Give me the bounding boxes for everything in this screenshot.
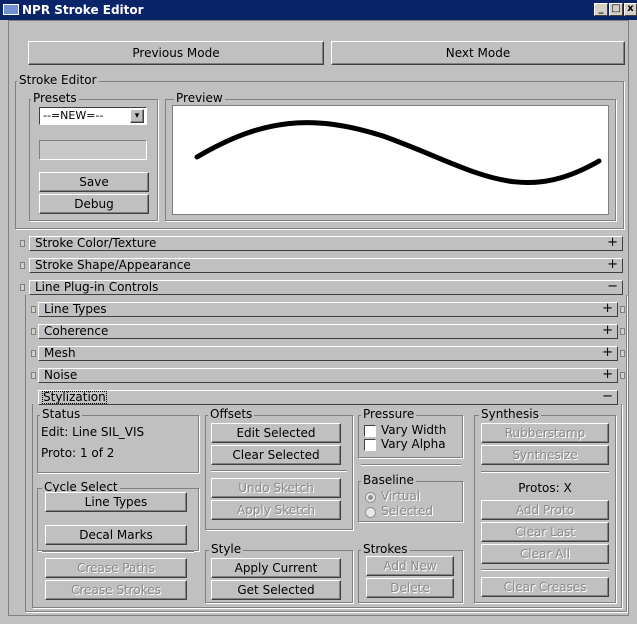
- minimize-button[interactable]: _: [594, 3, 608, 16]
- rollup-label: Stroke Color/Texture: [35, 236, 157, 250]
- stroke-preview-svg: [194, 120, 602, 185]
- window-title: NPR Stroke Editor: [22, 3, 144, 17]
- rubberstamp-button[interactable]: Rubberstamp: [481, 423, 609, 443]
- protos-count-text: Protos: X: [518, 481, 572, 495]
- add-proto-button[interactable]: Add Proto: [481, 500, 609, 520]
- rollup-label: Coherence: [44, 324, 109, 338]
- rollup-label: Stroke Shape/Appearance: [35, 258, 191, 272]
- edit-selected-button[interactable]: Edit Selected: [211, 423, 341, 443]
- rollup-stylization[interactable]: Stylization −: [38, 390, 618, 405]
- close-button[interactable]: x: [624, 3, 637, 16]
- preset-select[interactable]: --=NEW=-- ▾: [39, 107, 147, 125]
- title-bar[interactable]: NPR Stroke Editor _ □ x: [0, 0, 637, 20]
- rollup-label: Line Types: [44, 302, 107, 316]
- expand-icon[interactable]: +: [602, 368, 613, 382]
- offsets-label: Offsets: [208, 407, 255, 421]
- previous-mode-button[interactable]: Previous Mode: [28, 41, 324, 65]
- stroke-editor-label: Stroke Editor: [17, 73, 99, 87]
- baseline-virtual-radio[interactable]: [365, 492, 376, 503]
- get-selected-button[interactable]: Get Selected: [211, 580, 341, 600]
- rollup-handle: [31, 372, 36, 379]
- baseline-selected-radio[interactable]: [365, 507, 376, 518]
- rollup-handle: [31, 306, 36, 313]
- status-proto-text: Proto: 1 of 2: [41, 446, 115, 460]
- chevron-down-icon[interactable]: ▾: [130, 109, 144, 123]
- presets-label: Presets: [31, 91, 79, 105]
- vary-alpha-checkbox[interactable]: [364, 439, 376, 451]
- baseline-label: Baseline: [361, 473, 416, 487]
- stroke-preview-canvas[interactable]: [172, 105, 609, 215]
- undo-sketch-button[interactable]: Undo Sketch: [211, 478, 341, 498]
- stroke-path: [194, 120, 602, 185]
- separator: [481, 569, 609, 571]
- rollup-handle: [31, 328, 36, 335]
- save-button[interactable]: Save: [39, 172, 149, 192]
- collapse-icon[interactable]: −: [607, 280, 618, 294]
- preset-select-value: --=NEW=--: [43, 109, 104, 122]
- cycle-line-types-button[interactable]: Line Types: [45, 492, 187, 512]
- synthesize-button[interactable]: Synthesize: [481, 445, 609, 465]
- rollup-noise[interactable]: Noise +: [38, 368, 618, 383]
- expand-icon[interactable]: +: [602, 302, 613, 316]
- rollup-label: Noise: [44, 368, 78, 382]
- rollup-handle: [620, 350, 625, 357]
- apply-sketch-button[interactable]: Apply Sketch: [211, 500, 341, 520]
- rollup-line-types[interactable]: Line Types +: [38, 302, 618, 317]
- rollup-handle: [620, 372, 625, 379]
- vary-width-checkbox[interactable]: [364, 425, 376, 437]
- separator: [211, 470, 347, 472]
- style-label: Style: [209, 542, 244, 556]
- baseline-virtual-label: Virtual: [381, 489, 421, 503]
- crease-strokes-button[interactable]: Crease Strokes: [45, 580, 187, 600]
- app-icon: [3, 4, 19, 15]
- delete-stroke-button[interactable]: Delete: [366, 578, 454, 598]
- next-mode-button[interactable]: Next Mode: [331, 41, 625, 65]
- cycle-decal-marks-button[interactable]: Decal Marks: [45, 525, 187, 545]
- rollup-line-plugin-controls[interactable]: Line Plug-in Controls −: [29, 280, 623, 295]
- pressure-label: Pressure: [361, 407, 417, 421]
- rollup-label: Mesh: [44, 346, 76, 360]
- vary-width-label: Vary Width: [381, 423, 447, 437]
- strokes-label: Strokes: [361, 542, 410, 556]
- apply-current-button[interactable]: Apply Current: [211, 558, 341, 578]
- separator: [42, 551, 194, 553]
- rollup-handle: [620, 328, 625, 335]
- clear-selected-button[interactable]: Clear Selected: [211, 445, 341, 465]
- rollup-handle: [20, 262, 25, 269]
- rollup-handle: [31, 350, 36, 357]
- synthesis-label: Synthesis: [479, 407, 541, 421]
- clear-all-button[interactable]: Clear All: [481, 544, 609, 564]
- expand-icon[interactable]: +: [602, 346, 613, 360]
- preview-label: Preview: [174, 91, 225, 105]
- expand-icon[interactable]: +: [602, 324, 613, 338]
- separator: [361, 464, 461, 466]
- preset-name-field[interactable]: [39, 140, 147, 160]
- rollup-label: Line Plug-in Controls: [35, 280, 159, 294]
- clear-creases-button[interactable]: Clear Creases: [481, 577, 609, 597]
- separator: [481, 471, 609, 473]
- rollup-label: Stylization: [42, 390, 107, 404]
- collapse-icon[interactable]: −: [602, 390, 613, 404]
- add-new-stroke-button[interactable]: Add New: [366, 556, 454, 576]
- rollup-coherence[interactable]: Coherence +: [38, 324, 618, 339]
- expand-icon[interactable]: +: [607, 236, 618, 250]
- maximize-button[interactable]: □: [609, 3, 623, 16]
- rollup-stroke-shape-appearance[interactable]: Stroke Shape/Appearance +: [29, 258, 623, 273]
- vary-alpha-label: Vary Alpha: [381, 437, 446, 451]
- clear-last-button[interactable]: Clear Last: [481, 522, 609, 542]
- rollup-mesh[interactable]: Mesh +: [38, 346, 618, 361]
- rollup-handle: [620, 306, 625, 313]
- rollup-handle: [20, 284, 25, 291]
- baseline-selected-label: Selected: [381, 504, 434, 518]
- status-edit-text: Edit: Line SIL_VIS: [41, 425, 145, 439]
- debug-button[interactable]: Debug: [39, 194, 149, 214]
- expand-icon[interactable]: +: [607, 258, 618, 272]
- status-label: Status: [40, 407, 83, 421]
- crease-paths-button[interactable]: Crease Paths: [45, 558, 187, 578]
- status-group: [37, 415, 199, 473]
- rollup-stroke-color-texture[interactable]: Stroke Color/Texture +: [29, 236, 623, 251]
- rollup-handle: [20, 240, 25, 247]
